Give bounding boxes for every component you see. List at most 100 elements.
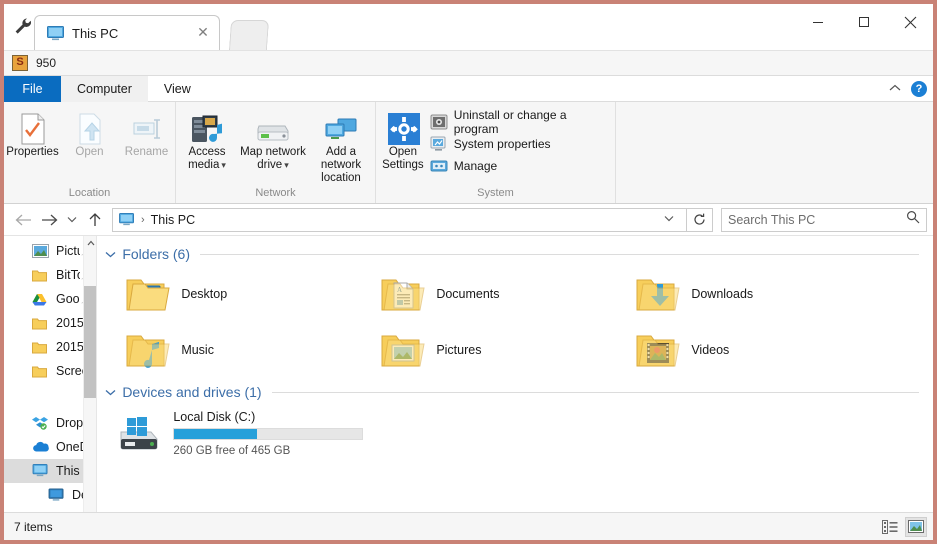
item-local-disk-c[interactable]: Local Disk (C:) 260 GB free of 465 GB [97, 404, 933, 457]
chevron-down-icon[interactable] [62, 207, 82, 233]
monitor-icon [119, 212, 135, 227]
ribbon-group-label-network: Network [255, 187, 296, 199]
search-icon[interactable] [906, 210, 920, 229]
view-buttons [879, 516, 927, 537]
sidebar-label: BitTorrent Sync [56, 268, 80, 282]
navigation-pane: Pictures BitTorrent Sync [4, 236, 98, 526]
properties-label: Properties [6, 146, 59, 158]
properties-icon [18, 112, 48, 146]
desktop-folder-icon [48, 487, 65, 503]
chevron-up-icon[interactable] [889, 83, 901, 95]
breadcrumb-current: This PC [150, 212, 196, 227]
item-label: Desktop [181, 287, 228, 301]
chevron-down-icon[interactable] [105, 385, 116, 399]
ribbon-controls: ? [889, 76, 927, 102]
ribbon-filler [616, 102, 933, 203]
search-placeholder: Search This PC [728, 212, 816, 227]
tab-this-pc[interactable]: This PC ✕ [34, 15, 220, 50]
system-properties-button[interactable]: System properties [430, 133, 615, 155]
chevron-down-icon[interactable] [105, 247, 116, 261]
map-network-drive-label: Map network drive ▾ [240, 146, 306, 171]
item-label: Videos [691, 343, 730, 357]
item-music[interactable]: Music [115, 322, 370, 378]
large-icons-view-button[interactable] [905, 516, 927, 537]
access-media-label: Access media ▾ [188, 146, 226, 171]
tab-computer[interactable]: Computer [61, 76, 148, 102]
folders-grid: Desktop A [97, 266, 933, 378]
tab-view[interactable]: View [148, 76, 207, 102]
tab-strip: This PC ✕ [34, 15, 220, 50]
s-script-icon[interactable] [12, 54, 28, 71]
status-bar: 7 items [4, 512, 933, 540]
gear-icon [385, 112, 421, 146]
close-button[interactable] [887, 4, 933, 40]
media-server-icon [189, 112, 225, 146]
scrollbar-thumb[interactable] [84, 286, 97, 398]
section-header-folders[interactable]: Folders (6) [97, 236, 933, 266]
item-pictures[interactable]: Pictures [370, 322, 625, 378]
sidebar-label: Pictures [56, 244, 80, 258]
drive-usage-bar [173, 428, 364, 440]
back-arrow-icon[interactable] [10, 207, 36, 233]
map-network-drive-button[interactable]: Map network drive ▾ [238, 108, 308, 172]
maximize-button[interactable] [841, 4, 887, 40]
drive-name: Local Disk (C:) [173, 410, 256, 424]
open-button[interactable]: Open [61, 108, 118, 159]
refresh-icon[interactable] [687, 207, 713, 232]
manage-button[interactable]: Manage [430, 155, 615, 177]
minimize-button[interactable] [795, 4, 841, 40]
item-documents[interactable]: A Documents [370, 266, 625, 322]
add-network-location-label: Add a network location [320, 146, 362, 184]
path-breadcrumb[interactable]: › This PC [112, 207, 687, 232]
chevron-down-icon: ▾ [221, 160, 226, 170]
rename-icon [130, 112, 164, 146]
ribbon: Properties Open Rename Location Access m… [4, 102, 933, 204]
uninstall-or-change-a-program-button[interactable]: Uninstall or change a program [430, 108, 615, 136]
chevron-down-icon[interactable] [656, 214, 682, 225]
item-label: Downloads [691, 287, 754, 301]
folder-icon [32, 267, 49, 283]
pictures-icon [32, 243, 49, 259]
item-label: Pictures [436, 343, 482, 357]
map-drive-icon [253, 112, 293, 146]
section-rule [200, 253, 919, 255]
new-tab-button[interactable] [228, 20, 270, 50]
help-icon[interactable]: ? [911, 81, 927, 97]
open-settings-button[interactable]: Open Settings [376, 108, 430, 172]
up-arrow-icon[interactable] [82, 207, 108, 233]
system-properties-label: System properties [453, 137, 551, 151]
add-network-location-icon [321, 112, 361, 146]
item-downloads[interactable]: Downloads [625, 266, 880, 322]
drive-free-space: 260 GB free of 465 GB [173, 445, 291, 457]
details-view-button[interactable] [879, 517, 901, 537]
properties-button[interactable]: Properties [4, 108, 61, 159]
ribbon-group-label-location: Location [68, 187, 111, 199]
item-desktop[interactable]: Desktop [115, 266, 370, 322]
chevron-up-icon[interactable] [84, 236, 96, 250]
close-icon[interactable]: ✕ [195, 25, 211, 41]
wrench-icon[interactable] [10, 14, 34, 38]
section-header-devices[interactable]: Devices and drives (1) [97, 378, 933, 404]
add-network-location-button[interactable]: Add a network location [308, 108, 374, 185]
forward-arrow-icon[interactable] [36, 207, 62, 233]
chevron-down-icon: ▾ [284, 160, 289, 170]
section-rule [271, 391, 919, 393]
search-input[interactable]: Search This PC [721, 207, 927, 232]
ribbon-group-label-system: System [477, 187, 514, 199]
navigation-scrollbar[interactable] [83, 236, 97, 526]
sidebar-label: Google Drive [56, 292, 80, 306]
uninstall-label: Uninstall or change a program [453, 108, 567, 136]
monitor-icon [32, 463, 49, 479]
tab-file[interactable]: File [4, 76, 61, 102]
item-label: Documents [436, 287, 500, 301]
quick-access-label: 950 [36, 56, 57, 70]
open-label: Open [75, 146, 104, 158]
ribbon-group-location: Properties Open Rename Location [4, 102, 176, 203]
open-settings-label: Open Settings [382, 146, 424, 171]
access-media-button[interactable]: Access media ▾ [176, 108, 238, 172]
folder-music-icon [123, 328, 171, 372]
rename-button[interactable]: Rename [118, 108, 175, 159]
folder-desktop-icon [123, 272, 171, 316]
item-videos[interactable]: Videos [625, 322, 880, 378]
title-bar: This PC ✕ [4, 4, 933, 50]
